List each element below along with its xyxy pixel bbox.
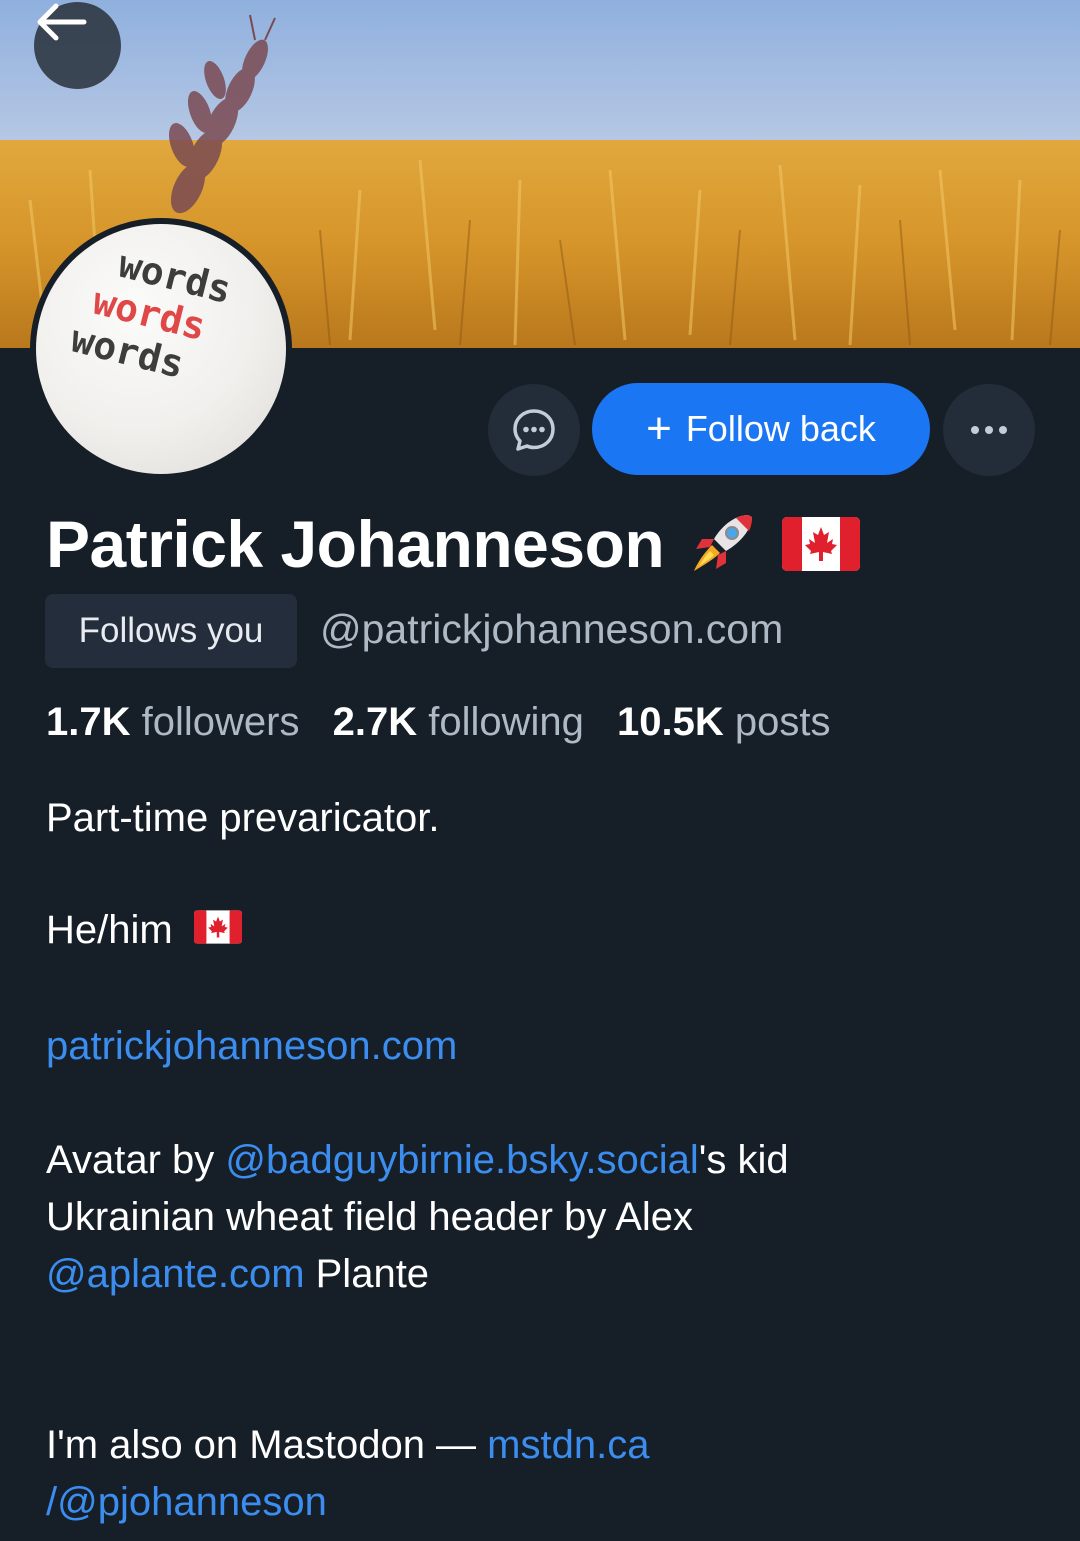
avatar-credit-link[interactable]: @badguybirnie.bsky.social xyxy=(225,1138,698,1182)
follows-you-label: Follows you xyxy=(78,611,264,650)
avatar-credit-prefix: Avatar by xyxy=(46,1138,226,1182)
bio-header-credit: Ukrainian wheat field header by Alex xyxy=(46,1195,694,1239)
posts-count: 10.5K xyxy=(617,700,724,744)
more-dots-icon xyxy=(971,426,1007,434)
avatar-image: words words words xyxy=(36,224,286,474)
following-stat[interactable]: 2.7K following xyxy=(333,700,584,744)
follow-back-label: Follow back xyxy=(685,408,876,449)
user-handle[interactable]: @patrickjohanneson.com xyxy=(320,606,783,653)
following-label: following xyxy=(428,700,584,744)
mastodon-link-continued[interactable]: /@pjohanneson xyxy=(46,1480,327,1524)
bio-avatar-credit: Avatar by @badguybirnie.bsky.social's ki… xyxy=(46,1138,789,1183)
posts-label: posts xyxy=(734,700,831,744)
profile-page: words words words + Follow back Patrick … xyxy=(0,0,1080,1541)
arrow-left-icon xyxy=(37,3,87,41)
website-link[interactable]: patrickjohanneson.com xyxy=(46,1024,457,1068)
follow-back-button[interactable]: + Follow back xyxy=(592,383,930,475)
mastodon-link[interactable]: mstdn.ca xyxy=(487,1423,649,1467)
back-button[interactable] xyxy=(34,2,121,89)
followers-label: followers xyxy=(141,700,300,744)
pronouns-text: He/him xyxy=(46,908,173,952)
more-options-button[interactable] xyxy=(943,384,1035,476)
chat-bubble-icon xyxy=(513,409,555,451)
followers-stat[interactable]: 1.7K followers xyxy=(46,700,299,744)
canada-flag-emoji xyxy=(193,909,242,955)
message-button[interactable] xyxy=(488,384,580,476)
profile-stats: 1.7K followers 2.7K following 10.5K post… xyxy=(46,700,830,745)
followers-count: 1.7K xyxy=(46,700,131,744)
bio-line-2: He/him xyxy=(46,908,242,955)
display-name: Patrick Johanneson xyxy=(46,506,861,582)
canada-flag-emoji xyxy=(782,515,861,573)
bio-website: patrickjohanneson.com xyxy=(46,1024,457,1069)
avatar[interactable]: words words words xyxy=(30,218,292,480)
plus-icon: + xyxy=(646,404,672,453)
canada-flag-icon xyxy=(193,910,242,945)
following-count: 2.7K xyxy=(332,700,418,744)
header-credit-suffix: Plante xyxy=(304,1252,430,1296)
canada-flag-icon xyxy=(782,517,861,571)
rocket-emoji xyxy=(686,509,760,579)
display-name-text: Patrick Johanneson xyxy=(46,507,665,581)
bio-line-1: Part-time prevaricator. xyxy=(46,796,440,840)
bio-mastodon: I'm also on Mastodon — mstdn.ca xyxy=(46,1423,649,1468)
rocket-icon xyxy=(694,515,753,571)
avatar-words: words words words xyxy=(67,237,236,392)
mastodon-prefix: I'm also on Mastodon — xyxy=(46,1423,488,1467)
header-credit-link[interactable]: @aplante.com xyxy=(46,1252,305,1296)
follows-you-badge: Follows you xyxy=(45,594,297,668)
posts-stat: 10.5K posts xyxy=(617,700,830,744)
avatar-credit-suffix: 's kid xyxy=(698,1138,789,1182)
bio-mastodon-line-2: /@pjohanneson xyxy=(46,1480,327,1525)
bio-header-credit-line-2: @aplante.com Plante xyxy=(46,1252,429,1297)
